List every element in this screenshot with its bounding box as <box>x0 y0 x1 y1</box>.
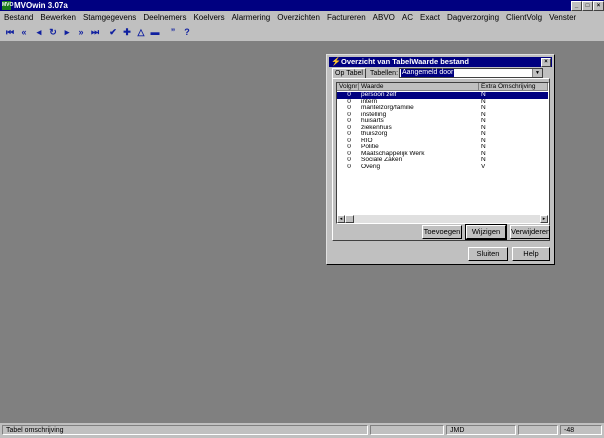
dialog-title-bar: ⚡ Overzicht van TabelWaarde bestand × <box>329 57 552 67</box>
next-record-icon[interactable]: ▸ <box>61 26 73 38</box>
cell-volgnr: 0 <box>347 163 351 170</box>
tables-dropdown-value: Aangemeld door <box>401 69 455 77</box>
menu-dagverzorging[interactable]: Dagverzorging <box>443 13 502 22</box>
status-description: Tabel omschrijving <box>2 425 368 435</box>
refresh-icon[interactable]: ↻ <box>47 26 59 38</box>
status-user: JMD <box>446 425 516 435</box>
edit-triangle-icon[interactable]: △ <box>135 26 147 38</box>
add-icon[interactable]: ✚ <box>121 26 133 38</box>
table-header: Volgnr Waarde Extra Omschrijving <box>337 83 548 91</box>
app-title: MVOwin 3.07a <box>14 1 68 10</box>
toolbar: ⏮ « ◂ ↻ ▸ » ⏭ ✔ ✚ △ ▬ ” ? <box>0 24 604 42</box>
dialog-title: Overzicht van TabelWaarde bestand <box>341 57 469 66</box>
verwijderen-button[interactable]: Verwijderen <box>510 225 550 239</box>
menu-koelvers[interactable]: Koelvers <box>189 13 227 22</box>
column-header-waarde[interactable]: Waarde <box>359 83 479 91</box>
column-header-volgnr[interactable]: Volgnr <box>337 83 359 91</box>
toevoegen-button[interactable]: Toevoegen <box>422 225 462 239</box>
menu-abvo[interactable]: ABVO <box>369 13 398 22</box>
delete-icon[interactable]: ▬ <box>149 26 161 38</box>
app-icon: MVO <box>2 1 14 10</box>
dialog-lightning-icon: ⚡ <box>331 57 341 66</box>
chevron-down-icon[interactable]: ▼ <box>532 69 542 77</box>
column-header-extra-omschrijving[interactable]: Extra Omschrijving <box>479 83 548 91</box>
menu-ac[interactable]: AC <box>398 13 416 22</box>
menu-bewerken[interactable]: Bewerken <box>36 13 79 22</box>
menu-venster[interactable]: Venster <box>545 13 579 22</box>
tables-dropdown[interactable]: Aangemeld door ▼ <box>399 68 543 78</box>
table-row[interactable]: 0 Overig V <box>337 164 548 171</box>
last-record-icon[interactable]: ⏭ <box>89 26 101 38</box>
status-panel-empty <box>370 425 444 435</box>
menu-clientvolg[interactable]: ClientVolg <box>502 13 545 22</box>
menu-stamgegevens[interactable]: Stamgegevens <box>79 13 139 22</box>
tabelwaarde-dialog: ⚡ Overzicht van TabelWaarde bestand × Op… <box>326 54 555 265</box>
menu-exact[interactable]: Exact <box>416 13 443 22</box>
scroll-left-icon[interactable]: ◂ <box>337 215 345 223</box>
close-button[interactable]: × <box>593 1 604 11</box>
help-icon[interactable]: ? <box>181 26 193 38</box>
previous-page-icon[interactable]: « <box>18 26 30 38</box>
quote-icon[interactable]: ” <box>167 26 179 38</box>
previous-record-icon[interactable]: ◂ <box>33 26 45 38</box>
tables-label: Tabellen: <box>370 70 399 77</box>
status-code: -48 <box>560 425 602 435</box>
values-table: Volgnr Waarde Extra Omschrijving 0 persoo… <box>336 82 549 224</box>
confirm-icon[interactable]: ✔ <box>107 26 119 38</box>
minimize-button[interactable]: _ <box>571 1 582 11</box>
sluiten-button[interactable]: Sluiten <box>468 247 508 261</box>
menu-overzichten[interactable]: Overzichten <box>273 13 323 22</box>
menu-bestand[interactable]: Bestand <box>0 13 36 22</box>
help-button[interactable]: Help <box>512 247 550 261</box>
status-bar: Tabel omschrijving JMD -48 <box>0 423 604 438</box>
cell-extra: V <box>481 163 486 170</box>
scroll-right-icon[interactable]: ▸ <box>540 215 548 223</box>
menu-deelnemers[interactable]: Deelnemers <box>139 13 189 22</box>
cell-waarde: Overig <box>361 163 381 170</box>
first-record-icon[interactable]: ⏮ <box>4 26 16 38</box>
scroll-thumb[interactable] <box>345 215 354 223</box>
status-panel-empty-2 <box>518 425 558 435</box>
horizontal-scrollbar[interactable]: ◂ ▸ <box>337 215 548 223</box>
maximize-button[interactable]: □ <box>582 1 593 11</box>
wijzigen-button[interactable]: Wijzigen <box>465 224 507 240</box>
dialog-close-icon[interactable]: × <box>541 58 551 67</box>
app-title-bar: MVO MVOwin 3.07a _ □ × <box>0 0 604 11</box>
next-page-icon[interactable]: » <box>75 26 87 38</box>
menu-alarmering[interactable]: Alarmering <box>228 13 274 22</box>
menu-factureren[interactable]: Factureren <box>323 13 369 22</box>
menu-bar: Bestand Bewerken Stamgegevens Deelnemers… <box>0 11 604 24</box>
